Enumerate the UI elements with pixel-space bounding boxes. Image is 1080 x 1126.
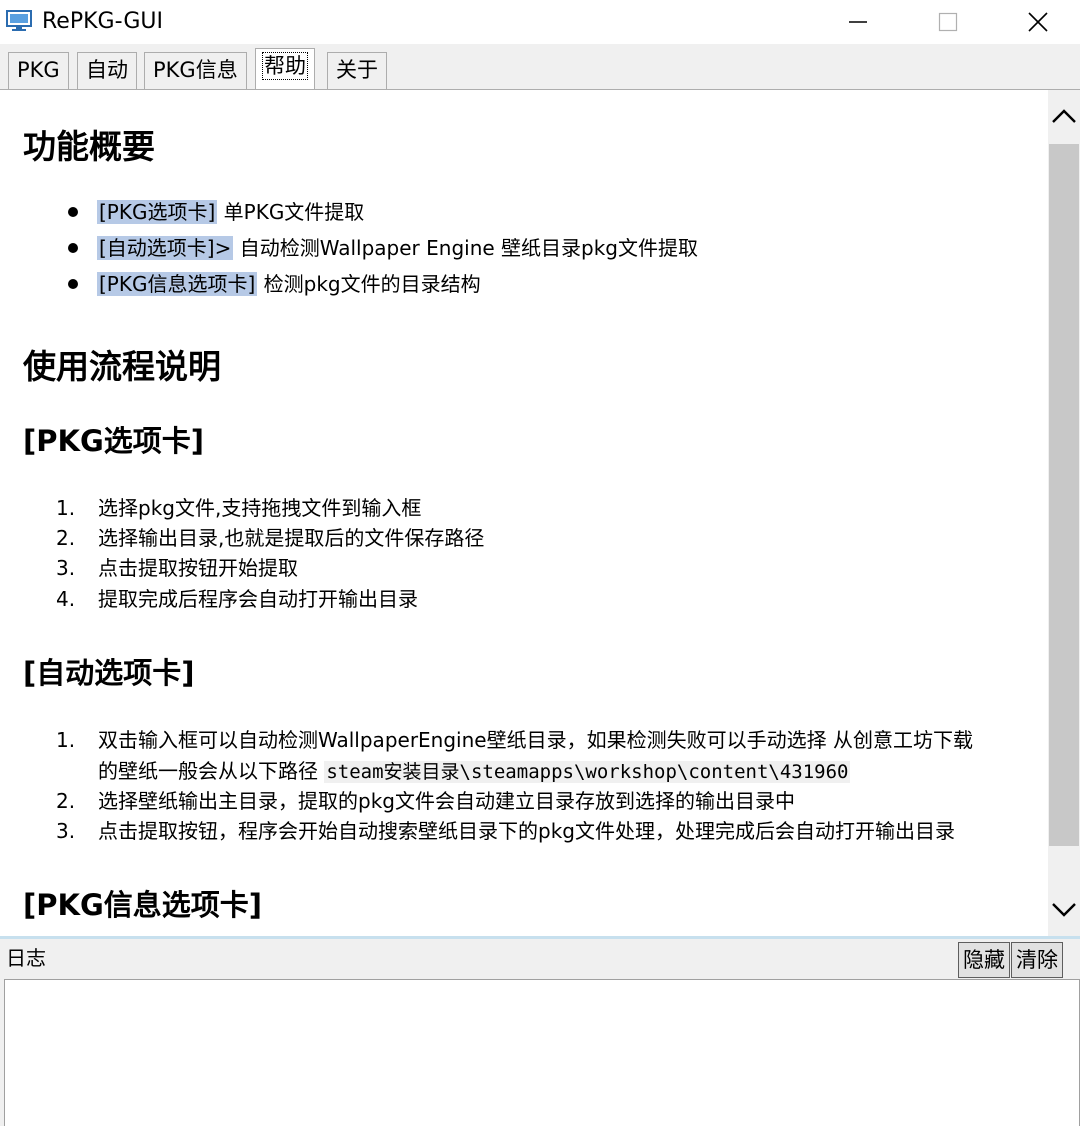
tab-pkg[interactable]: PKG [8,52,69,90]
list-item: [PKG信息选项卡] 检测pkg文件的目录结构 [68,269,481,299]
maximize-button[interactable] [916,0,980,44]
highlight-tag: [PKG信息选项卡] [97,272,258,296]
bullet-icon [68,206,78,217]
chevron-up-icon [1052,109,1076,123]
tab-help[interactable]: 帮助 [255,48,315,91]
scroll-up-button[interactable] [1048,90,1080,142]
list-item-text: 自动检测Wallpaper Engine 壁纸目录pkg文件提取 [233,236,699,260]
list-item: 3. 点击提取按钮，程序会开始自动搜索壁纸目录下的pkg文件处理，处理完成后会自动… [56,816,955,846]
step-number: 4. [56,587,76,611]
list-item-text: 检测pkg文件的目录结构 [257,272,481,296]
step-number: 1. [56,496,76,520]
step-text: 双击输入框可以自动检测WallpaperEngine壁纸目录，如果检测失败可以手… [98,728,973,752]
step-continuation: 的壁纸一般会从以下路径 steam安装目录\steamapps\workshop… [98,756,851,786]
overview-heading: 功能概要 [23,127,155,166]
scroll-thumb[interactable] [1049,144,1079,846]
step-number: 1. [56,728,76,752]
tab-pkg-info[interactable]: PKG信息 [144,52,247,90]
minimize-button[interactable] [826,0,890,44]
maximize-icon [938,12,958,32]
list-item: 1. 双击输入框可以自动检测WallpaperEngine壁纸目录，如果检测失败可… [56,725,973,755]
highlight-tag: [PKG选项卡] [97,200,218,224]
list-item: 4. 提取完成后程序会自动打开输出目录 [56,584,418,614]
tab-label: PKG [17,58,60,82]
path-code: steam安装目录\steamapps\workshop\content\431… [324,761,851,783]
info-section-heading: [PKG信息选项卡] [23,888,263,922]
list-item: [自动选项卡]> 自动检测Wallpaper Engine 壁纸目录pkg文件提… [68,233,698,263]
list-item: 3. 点击提取按钮开始提取 [56,553,298,583]
step-text: 选择输出目录,也就是提取后的文件保存路径 [98,526,485,550]
log-textarea[interactable] [4,979,1080,1126]
bullet-icon [68,242,78,253]
hide-log-button[interactable]: 隐藏 [958,942,1010,978]
tab-strip: PKG 自动 PKG信息 帮助 关于 [0,44,1080,91]
scroll-down-button[interactable] [1048,884,1080,936]
clear-log-button[interactable]: 清除 [1011,942,1063,978]
pkg-section-heading: [PKG选项卡] [23,424,205,458]
tab-label: 帮助 [262,52,308,80]
vertical-scrollbar[interactable] [1048,90,1080,936]
step-number: 3. [56,556,76,580]
step-text: 点击提取按钮，程序会开始自动搜索壁纸目录下的pkg文件处理，处理完成后会自动打开… [98,819,955,843]
step-text: 选择壁纸输出主目录，提取的pkg文件会自动建立目录存放到选择的输出目录中 [98,789,795,813]
auto-section-heading: [自动选项卡] [23,656,195,690]
tab-label: 自动 [86,58,128,82]
bullet-icon [68,278,78,289]
list-item-text: 单PKG文件提取 [217,200,365,224]
usage-heading: 使用流程说明 [23,347,221,386]
step-text: 的壁纸一般会从以下路径 [98,759,325,783]
list-item: 2. 选择输出目录,也就是提取后的文件保存路径 [56,523,484,553]
tab-auto[interactable]: 自动 [77,52,137,90]
help-content[interactable]: 功能概要 [PKG选项卡] 单PKG文件提取 [自动选项卡]> 自动检测Wall… [0,90,1048,936]
window-title: RePKG-GUI [42,9,163,34]
highlight-tag: [自动选项卡]> [97,236,234,260]
close-icon [1028,12,1048,32]
close-button[interactable] [1006,0,1070,44]
log-label: 日志 [6,946,46,970]
step-number: 2. [56,789,76,813]
step-number: 3. [56,819,76,843]
list-item: 1. 选择pkg文件,支持拖拽文件到输入框 [56,493,421,523]
list-item: 2. 选择壁纸输出主目录，提取的pkg文件会自动建立目录存放到选择的输出目录中 [56,786,795,816]
tab-label: PKG信息 [153,58,238,82]
step-text: 提取完成后程序会自动打开输出目录 [98,587,418,611]
step-text: 点击提取按钮开始提取 [98,556,298,580]
tab-about[interactable]: 关于 [327,52,387,90]
monitor-icon [6,10,32,31]
tab-label: 关于 [336,58,378,82]
list-item: [PKG选项卡] 单PKG文件提取 [68,197,364,227]
chevron-down-icon [1052,903,1076,917]
title-bar: RePKG-GUI [0,0,1080,44]
step-number: 2. [56,526,76,550]
minimize-icon [849,21,867,23]
log-panel: 日志 隐藏 清除 [0,939,1080,1126]
step-text: 选择pkg文件,支持拖拽文件到输入框 [98,496,422,520]
